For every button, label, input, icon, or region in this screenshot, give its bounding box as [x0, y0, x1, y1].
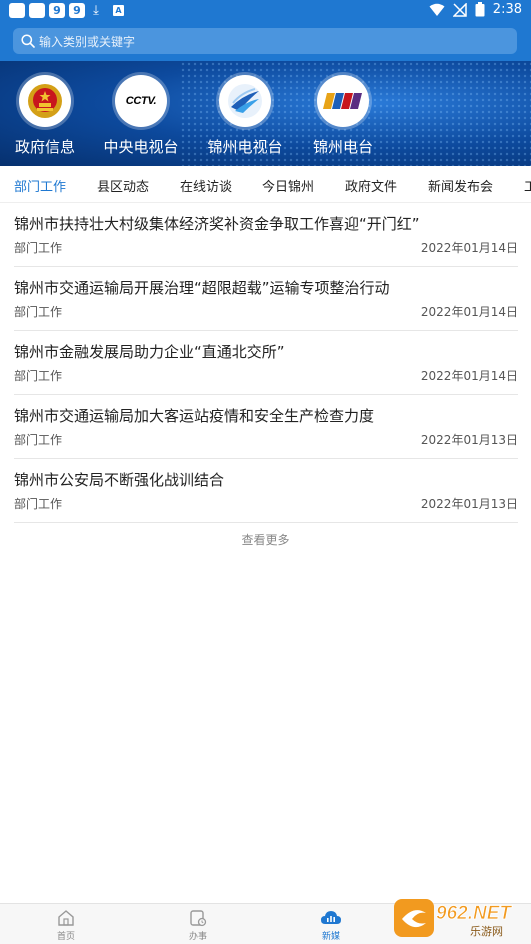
nav-label: 首页 [56, 932, 75, 942]
news-title: 锦州市金融发展局助力企业“直通北交所” [14, 343, 285, 361]
news-date: 2022年01月14日 [420, 305, 518, 319]
status-bar: 9 9 ⤓ A 2:38 [0, 0, 531, 22]
status-right-icons: 2:38 [429, 2, 522, 17]
news-title: 锦州市交通运输局开展治理“超限超载”运输专项整治行动 [14, 279, 390, 297]
channel-label: 中央电视台 [103, 138, 179, 156]
tab-overflow[interactable]: 工 [524, 176, 531, 195]
channel-label: 锦州电视台 [207, 138, 283, 156]
clock: 2:38 [492, 2, 522, 17]
svg-text:962.NET: 962.NET [436, 903, 512, 924]
svg-text:乐游网: 乐游网 [470, 925, 503, 938]
category-tabs: 部门工作 县区动态 在线访谈 今日锦州 政府文件 新闻发布会 工 [0, 166, 531, 203]
news-item[interactable]: 锦州市公安局不断强化战训结合 部门工作 2022年01月13日 [14, 459, 518, 523]
status-left-icons: 9 9 ⤓ A [9, 3, 124, 18]
news-category: 部门工作 [14, 433, 63, 447]
search-icon [21, 34, 35, 48]
news-category: 部门工作 [14, 305, 63, 319]
app-9-icon: 9 [49, 3, 65, 18]
watermark-962-logo: 962.NET 乐游网 [394, 899, 513, 938]
news-item[interactable]: 锦州市交通运输局开展治理“超限超载”运输专项整治行动 部门工作 2022年01月… [14, 267, 518, 331]
nav-services[interactable]: 办事 [168, 907, 228, 942]
tab-online-interview[interactable]: 在线访谈 [180, 176, 232, 195]
news-item[interactable]: 锦州市金融发展局助力企业“直通北交所” 部门工作 2022年01月14日 [14, 331, 518, 395]
tab-department-work[interactable]: 部门工作 [14, 176, 66, 195]
no-signal-icon [452, 2, 467, 17]
news-date: 2022年01月14日 [420, 241, 518, 255]
download-icon: ⤓ [93, 3, 99, 18]
news-category: 部门工作 [14, 369, 63, 383]
channel-cctv[interactable]: CCTV. 中央电视台 [96, 75, 186, 157]
search-placeholder: 输入类别或关键字 [39, 34, 136, 49]
app-header: 9 9 ⤓ A 2:38 输入类别或关键字 [0, 0, 531, 61]
view-more-link[interactable]: 查看更多 [0, 531, 531, 548]
jinzhou-radio-logo-icon [317, 75, 369, 127]
cctv-logo-icon: CCTV. [115, 75, 167, 127]
cctv-logo-text: CCTV. [125, 95, 157, 107]
news-date: 2022年01月13日 [420, 497, 518, 511]
home-icon [36, 907, 96, 929]
channel-label: 政府信息 [14, 138, 75, 156]
channel-government-info[interactable]: 政府信息 [0, 75, 90, 157]
nav-new-media[interactable]: 新媒 [301, 907, 361, 942]
channel-jinzhou-radio[interactable]: 锦州电台 [298, 75, 388, 157]
jinzhou-tv-logo-icon [219, 75, 271, 127]
app-9-icon: 9 [69, 3, 85, 18]
notification-icon [29, 3, 45, 18]
channel-jinzhou-tv[interactable]: 锦州电视台 [200, 75, 290, 157]
tab-county-news[interactable]: 县区动态 [97, 176, 149, 195]
news-date: 2022年01月13日 [420, 433, 518, 447]
news-title: 锦州市交通运输局加大客运站疫情和安全生产检查力度 [14, 407, 375, 425]
news-title: 锦州市公安局不断强化战训结合 [14, 471, 225, 489]
nav-label: 办事 [188, 932, 207, 942]
battery-icon [475, 2, 485, 17]
tab-today-jinzhou[interactable]: 今日锦州 [262, 176, 314, 195]
nav-label: 新媒 [321, 932, 340, 942]
search-bar[interactable]: 输入类别或关键字 [13, 28, 517, 54]
app-a-icon: A [113, 5, 124, 16]
news-category: 部门工作 [14, 497, 63, 511]
service-icon [168, 907, 228, 929]
wifi-icon [429, 3, 445, 16]
nav-home[interactable]: 首页 [36, 907, 96, 942]
notification-icon [9, 3, 25, 18]
tab-government-documents[interactable]: 政府文件 [345, 176, 397, 195]
news-item[interactable]: 锦州市扶持壮大村级集体经济奖补资金争取工作喜迎“开门红” 部门工作 2022年0… [14, 203, 518, 267]
channel-banner: 政府信息 CCTV. 中央电视台 锦州电视台 锦州电台 [0, 61, 531, 166]
channel-label: 锦州电台 [312, 138, 373, 156]
tab-press-conference[interactable]: 新闻发布会 [428, 176, 493, 195]
news-item[interactable]: 锦州市交通运输局加大客运站疫情和安全生产检查力度 部门工作 2022年01月13… [14, 395, 518, 459]
news-title: 锦州市扶持壮大村级集体经济奖补资金争取工作喜迎“开门红” [14, 215, 420, 233]
national-emblem-icon [19, 75, 71, 127]
news-date: 2022年01月14日 [420, 369, 518, 383]
news-category: 部门工作 [14, 241, 63, 255]
cloud-icon [301, 907, 361, 929]
